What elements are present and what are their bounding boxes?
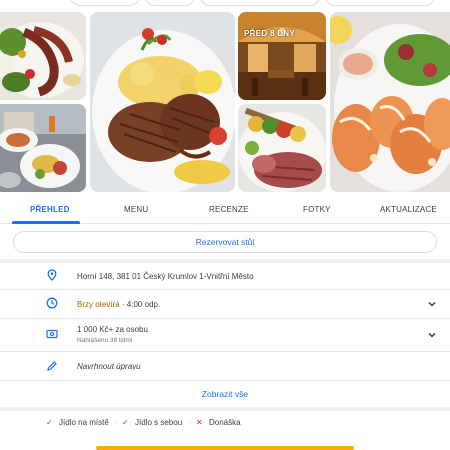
- check-icon: ✓: [122, 418, 129, 427]
- money-icon: [46, 329, 58, 339]
- show-all-link[interactable]: Zobrazit vše: [0, 389, 450, 399]
- chevron-down-icon[interactable]: [427, 330, 437, 340]
- photo-restaurant-interior[interactable]: PŘED 8 DNY: [238, 12, 326, 100]
- tab-menu[interactable]: MENU: [124, 205, 148, 214]
- location-pin-icon: [47, 269, 57, 281]
- service-separator: ·: [115, 418, 118, 427]
- check-icon: ✓: [46, 418, 53, 427]
- service-separator: ·: [189, 418, 192, 427]
- row-divider: [0, 318, 450, 319]
- active-tab-indicator: [12, 221, 80, 224]
- reserve-table-button[interactable]: Rezervovat stůl: [13, 231, 437, 253]
- section-divider: [0, 259, 450, 263]
- clock-icon: [46, 297, 58, 309]
- cross-icon: ✕: [196, 418, 203, 427]
- service-label: Jídlo s sebou: [135, 418, 183, 427]
- service-delivery: ✕ Donáška: [196, 418, 241, 427]
- section-divider: [0, 407, 450, 411]
- tab-reviews[interactable]: RECENZE: [209, 205, 249, 214]
- open-status: Brzy otevírá: [77, 300, 120, 309]
- row-divider: [0, 289, 450, 290]
- row-divider: [0, 380, 450, 381]
- price-text: 1 000 Kč+ za osobu: [77, 325, 148, 334]
- opening-time: 4:00 odp.: [126, 300, 161, 309]
- tab-photos[interactable]: FOTKY: [303, 205, 331, 214]
- photo-table-dishes[interactable]: [0, 104, 86, 192]
- photo-steak-potatoes[interactable]: [90, 12, 235, 192]
- service-takeaway: ✓ Jídlo s sebou: [122, 418, 182, 427]
- hours-text: Brzy otevírá · 4:00 odp.: [77, 300, 160, 309]
- row-divider: [0, 351, 450, 352]
- price-reported-by: Nahlášeno 38 lidmi: [77, 337, 133, 344]
- tab-updates[interactable]: AKTUALIZACE: [380, 205, 437, 214]
- place-tabs: PŘEHLED MENU RECENZE FOTKY AKTUALIZACE: [0, 196, 450, 224]
- hours-separator: ·: [119, 300, 127, 309]
- address-text: Horní 148, 381 01 Český Krumlov 1-Vnitřn…: [77, 272, 254, 281]
- tab-overview[interactable]: PŘEHLED: [30, 205, 70, 214]
- photo-shrimp-plate[interactable]: [330, 12, 450, 192]
- photo-skewer-meat[interactable]: [238, 104, 326, 192]
- photo-age-badge: PŘED 8 DNY: [244, 29, 296, 38]
- service-label: Jídlo na místě: [59, 418, 109, 427]
- service-dine-in: ✓ Jídlo na místě: [46, 418, 109, 427]
- bottom-action-bar[interactable]: [96, 446, 354, 450]
- service-label: Donáška: [209, 418, 241, 427]
- suggest-edit-text: Navrhnout úpravu: [77, 362, 141, 371]
- photo-octopus-salad[interactable]: [0, 12, 86, 100]
- pencil-icon: [47, 361, 57, 371]
- photo-gallery[interactable]: PŘED 8 DNY: [0, 0, 450, 192]
- chevron-down-icon[interactable]: [427, 299, 437, 309]
